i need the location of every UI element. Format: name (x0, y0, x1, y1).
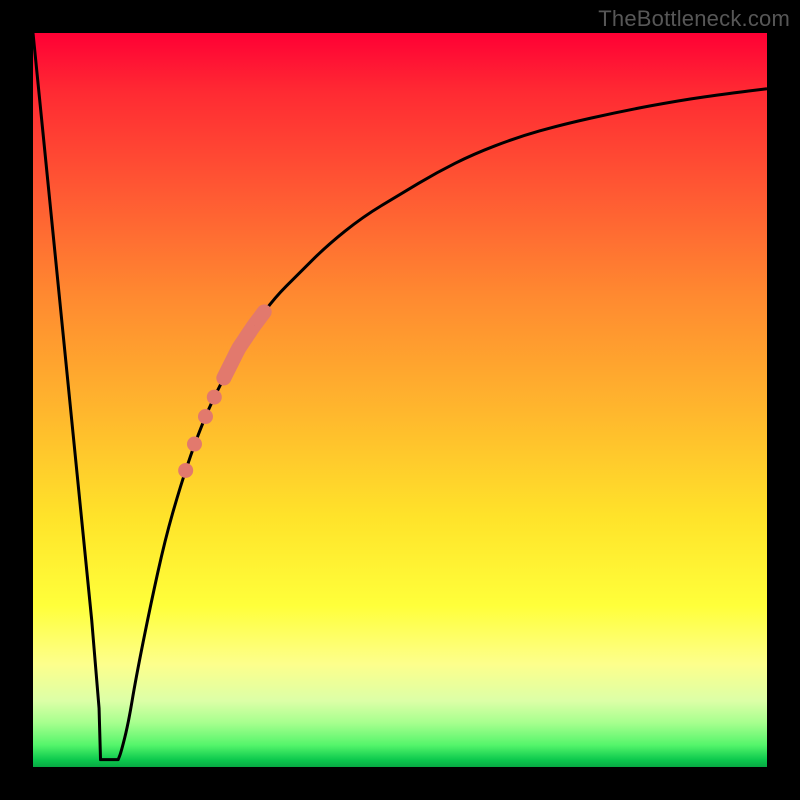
highlight-dot (207, 390, 222, 405)
highlight-dot (198, 409, 213, 424)
highlight-segment (224, 312, 264, 378)
curve-layer (33, 33, 767, 767)
bottleneck-curve (33, 33, 767, 760)
highlight-dot (178, 463, 193, 478)
watermark-text: TheBottleneck.com (598, 6, 790, 32)
chart-frame: TheBottleneck.com (0, 0, 800, 800)
highlight-dot (187, 437, 202, 452)
